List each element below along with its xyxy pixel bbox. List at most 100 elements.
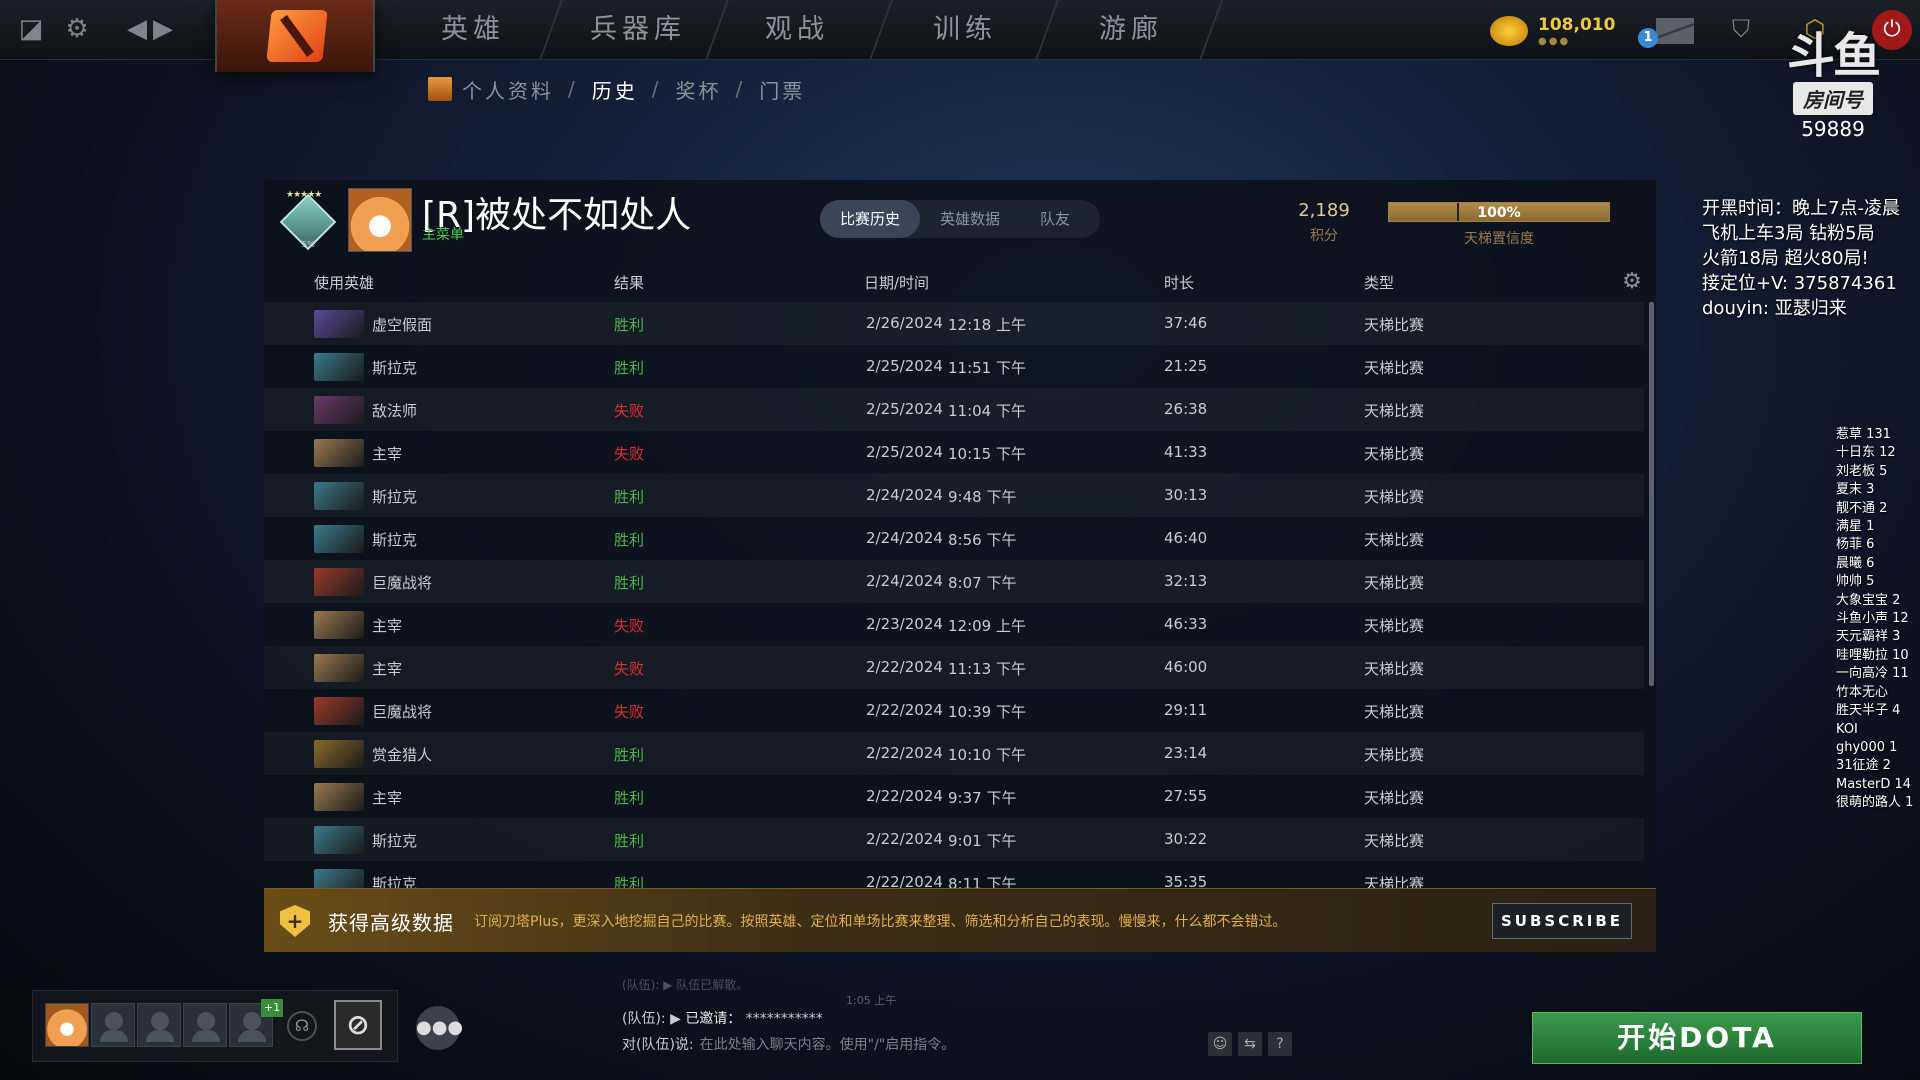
emoji-icon[interactable]: ☺: [1208, 1032, 1232, 1056]
gold-coin-icon[interactable]: [1490, 16, 1528, 46]
nav-divider: [1199, 0, 1223, 60]
room-number: 59889: [1801, 117, 1865, 141]
dashboard-icon[interactable]: ◪: [14, 12, 48, 46]
forward-arrow-icon[interactable]: ▶: [146, 12, 180, 46]
gold-amount: 108,010: [1538, 15, 1616, 35]
empty-player-icon: [192, 1012, 220, 1042]
nav-heroes[interactable]: 英雄: [418, 8, 528, 52]
match-type: 天梯比赛: [1364, 617, 1425, 635]
supporter-entry: 晨曦 6: [1836, 555, 1875, 571]
breadcrumb-separator: /: [651, 77, 662, 101]
col-type[interactable]: 类型: [1364, 272, 1394, 293]
player-avatar[interactable]: [348, 188, 412, 252]
hero-name: 巨魔战将: [372, 703, 433, 721]
confidence-bar: 100%: [1388, 202, 1610, 222]
table-settings-gear-icon[interactable]: ⚙: [1620, 270, 1644, 294]
tab-teammates[interactable]: 队友: [1020, 200, 1090, 238]
hero-name: 斯拉克: [372, 488, 418, 506]
empty-player-icon: [238, 1012, 266, 1042]
breadcrumb-history[interactable]: 历史: [592, 75, 638, 104]
profile-header: ★★★★★ 5% [R]被处不如处人 主菜单 比赛历史 英雄数据 队友 2,18…: [264, 180, 1656, 256]
table-row[interactable]: 主宰 失败 2/22/2024 11:13 下午 46:00 天梯比赛: [264, 646, 1644, 689]
ladder-confidence: 100% 天梯置信度: [1388, 202, 1610, 248]
inventory-icon[interactable]: ⛉: [1724, 12, 1758, 46]
chat-help-icon[interactable]: ?: [1268, 1032, 1292, 1056]
chat-wheel-icon[interactable]: ⇆: [1238, 1032, 1262, 1056]
col-hero[interactable]: 使用英雄: [314, 272, 374, 293]
nav-arcade[interactable]: 游廊: [1076, 8, 1186, 52]
confidence-label: 天梯置信度: [1464, 231, 1534, 247]
table-row[interactable]: 赏金猎人 胜利 2/22/2024 10:10 下午 23:14 天梯比赛: [264, 732, 1644, 775]
party-slot-self[interactable]: [45, 1003, 89, 1047]
supporter-entry: 帅帅 5: [1836, 574, 1875, 590]
table-row[interactable]: 巨魔战将 胜利 2/24/2024 8:07 下午 32:13 天梯比赛: [264, 560, 1644, 603]
party-slot-empty[interactable]: [183, 1003, 227, 1047]
table-row[interactable]: 斯拉克 胜利 2/22/2024 9:01 下午 30:22 天梯比赛: [264, 818, 1644, 861]
battle-pass-icon[interactable]: ⊘: [334, 1000, 382, 1050]
rank-percentile: 5%: [302, 240, 315, 249]
hero-portrait: [314, 310, 364, 338]
party-slot-empty[interactable]: [137, 1003, 181, 1047]
hero-portrait: [314, 396, 364, 424]
subscribe-button[interactable]: SUBSCRIBE: [1492, 903, 1632, 939]
table-row[interactable]: 虚空假面 胜利 2/26/2024 12:18 上午 37:46 天梯比赛: [264, 302, 1644, 345]
tab-match-history[interactable]: 比赛历史: [820, 200, 921, 238]
stream-info-overlay: 开黑时间：晚上7点-凌晨 飞机上车3局 钻粉5局 火箭18局 超火80局! 接定…: [1702, 196, 1900, 321]
match-type: 天梯比赛: [1364, 402, 1425, 420]
hero-portrait: [314, 740, 364, 768]
match-duration: 29:11: [1164, 701, 1208, 719]
match-result: 失败: [614, 703, 645, 721]
match-result: 胜利: [614, 359, 645, 377]
voice-headset-icon[interactable]: ☊: [287, 1011, 317, 1041]
table-row[interactable]: 主宰 失败 2/23/2024 12:09 上午 46:33 天梯比赛: [264, 603, 1644, 646]
play-dota-button[interactable]: 开始DOTA: [1532, 1012, 1862, 1064]
hero-name: 敌法师: [372, 402, 418, 420]
gold-level-dots: ●●●: [1538, 36, 1571, 47]
hero-name: 虚空假面: [372, 316, 433, 334]
match-result: 胜利: [614, 316, 645, 334]
room-label: 房间号: [1793, 82, 1873, 115]
match-type: 天梯比赛: [1364, 316, 1425, 334]
col-duration[interactable]: 时长: [1164, 272, 1194, 293]
match-type: 天梯比赛: [1364, 746, 1425, 764]
breadcrumb-profile[interactable]: 个人资料: [462, 75, 554, 104]
hero-name: 主宰: [372, 445, 403, 463]
nav-learn[interactable]: 训练: [910, 8, 1020, 52]
supporter-entry: 大象宝宝 2: [1836, 592, 1901, 608]
table-row[interactable]: 主宰 胜利 2/22/2024 9:37 下午 27:55 天梯比赛: [264, 775, 1644, 818]
table-row[interactable]: 巨魔战将 失败 2/22/2024 10:39 下午 29:11 天梯比赛: [264, 689, 1644, 732]
supporter-entry: 十日东 12: [1836, 445, 1896, 461]
tab-hero-stats[interactable]: 英雄数据: [920, 200, 1020, 238]
notification-badge[interactable]: 1: [1638, 28, 1658, 48]
settings-gear-icon[interactable]: ⚙: [60, 12, 94, 46]
table-row[interactable]: 斯拉克 胜利 2/24/2024 8:56 下午 46:40 天梯比赛: [264, 517, 1644, 560]
supporter-entry: 一向高冷 11: [1836, 666, 1909, 682]
col-result[interactable]: 结果: [614, 272, 644, 293]
match-time: 11:04 下午: [948, 402, 1026, 420]
match-list-scrollbar[interactable]: [1649, 302, 1654, 686]
match-time: 11:51 下午: [948, 359, 1026, 377]
match-duration: 46:33: [1164, 615, 1208, 633]
chat-channel-label[interactable]: 对(队伍)说:: [622, 1037, 694, 1053]
supporter-entry: 靓不通 2: [1836, 500, 1888, 516]
match-type: 天梯比赛: [1364, 660, 1425, 678]
chat-input[interactable]: 在此处输入聊天内容。使用"/"启用指令。: [700, 1037, 956, 1053]
table-row[interactable]: 主宰 失败 2/25/2024 10:15 下午 41:33 天梯比赛: [264, 431, 1644, 474]
match-date: 2/22/2024: [866, 658, 943, 676]
breadcrumb-tickets[interactable]: 门票: [759, 75, 805, 104]
table-row[interactable]: 斯拉克 胜利 2/25/2024 11:51 下午 21:25 天梯比赛: [264, 345, 1644, 388]
match-date: 2/24/2024: [866, 529, 943, 547]
match-time: 12:09 上午: [948, 617, 1026, 635]
table-row[interactable]: 敌法师 失败 2/25/2024 11:04 下午 26:38 天梯比赛: [264, 388, 1644, 431]
nav-watch[interactable]: 观战: [742, 8, 852, 52]
mail-icon[interactable]: [1656, 18, 1694, 44]
breadcrumb-trophies[interactable]: 奖杯: [676, 75, 722, 104]
dota-logo-button[interactable]: [215, 0, 375, 72]
party-finder-icon[interactable]: ●●●: [416, 1006, 463, 1050]
table-row[interactable]: 斯拉克 胜利 2/24/2024 9:48 下午 30:13 天梯比赛: [264, 474, 1644, 517]
party-slot-empty[interactable]: [91, 1003, 135, 1047]
col-datetime[interactable]: 日期/时间: [864, 272, 929, 293]
match-result: 胜利: [614, 531, 645, 549]
nav-armory[interactable]: 兵器库: [568, 8, 708, 52]
chat-timestamp: 1:05 上午: [846, 994, 897, 1007]
